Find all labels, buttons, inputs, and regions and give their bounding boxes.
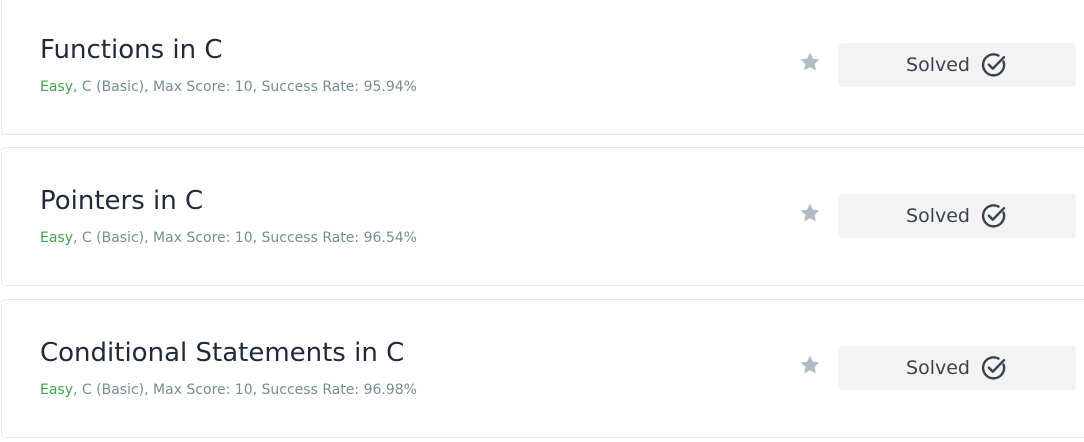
challenge-meta: Easy, C (Basic), Max Score: 10, Success …: [40, 382, 417, 398]
solved-label: Solved: [906, 54, 970, 76]
difficulty-label: Easy: [40, 79, 74, 95]
difficulty-label: Easy: [40, 230, 74, 246]
check-circle-icon: [981, 356, 1006, 380]
challenge-card-conditional-statements-in-c[interactable]: Conditional Statements in C Easy, C (Bas…: [1, 299, 1084, 438]
solved-button[interactable]: Solved: [838, 43, 1076, 87]
challenge-details: , C (Basic), Max Score: 10, Success Rate…: [73, 382, 417, 398]
challenge-title[interactable]: Conditional Statements in C: [40, 338, 404, 368]
star-icon[interactable]: [798, 353, 822, 377]
challenge-meta: Easy, C (Basic), Max Score: 10, Success …: [40, 79, 417, 95]
star-icon[interactable]: [798, 201, 822, 225]
challenge-title[interactable]: Functions in C: [40, 35, 223, 65]
challenge-card-pointers-in-c[interactable]: Pointers in C Easy, C (Basic), Max Score…: [1, 147, 1084, 286]
check-circle-icon: [981, 204, 1006, 228]
challenge-details: , C (Basic), Max Score: 10, Success Rate…: [73, 79, 417, 95]
challenge-details: , C (Basic), Max Score: 10, Success Rate…: [73, 230, 417, 246]
difficulty-label: Easy: [40, 382, 74, 398]
challenge-card-functions-in-c[interactable]: Functions in C Easy, C (Basic), Max Scor…: [1, 0, 1084, 135]
challenge-title[interactable]: Pointers in C: [40, 186, 203, 216]
solved-button[interactable]: Solved: [838, 346, 1076, 390]
solved-label: Solved: [906, 357, 970, 379]
solved-label: Solved: [906, 205, 970, 227]
solved-button[interactable]: Solved: [838, 194, 1076, 238]
challenge-meta: Easy, C (Basic), Max Score: 10, Success …: [40, 230, 417, 246]
star-icon[interactable]: [798, 50, 822, 74]
check-circle-icon: [981, 53, 1006, 77]
